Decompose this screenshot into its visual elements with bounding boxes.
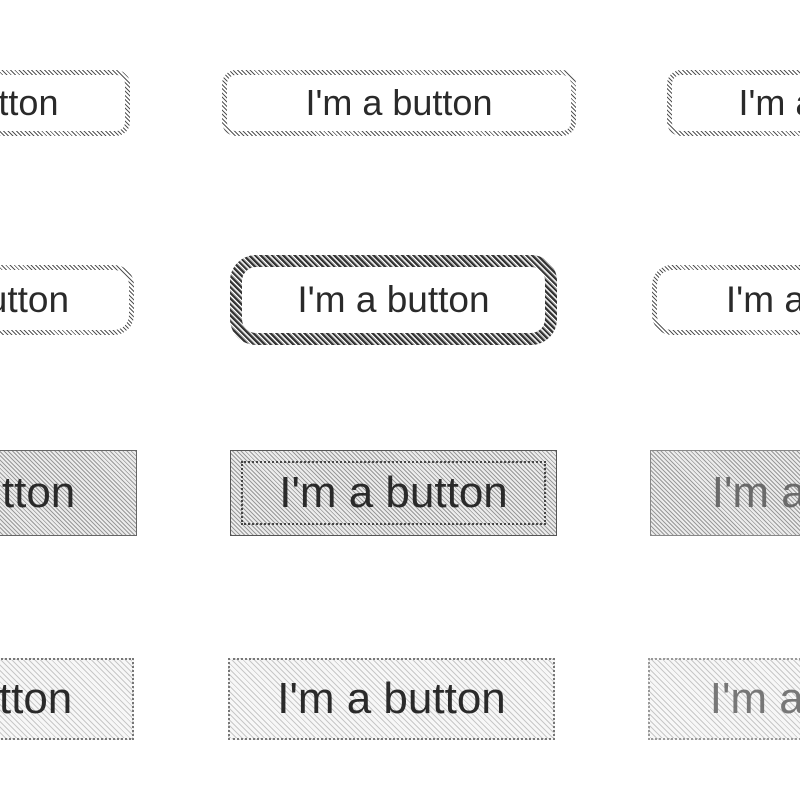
- button-label: I'm a button: [297, 279, 490, 320]
- button-label: I'm a button: [711, 468, 800, 517]
- button-row4-center-disabled: I'm a button: [228, 658, 555, 740]
- button-row1-left[interactable]: I'm a button: [0, 70, 130, 136]
- button-row3-center-pressed[interactable]: I'm a button: [230, 450, 557, 536]
- button-row2-center-focused[interactable]: I'm a button: [230, 255, 557, 345]
- button-row4-left: I'm a button: [0, 658, 134, 740]
- button-row3-right[interactable]: I'm a button: [650, 450, 800, 536]
- button-row2-right[interactable]: I'm a button: [652, 265, 800, 335]
- button-label: I'm a button: [0, 674, 73, 723]
- button-label: I'm a button: [305, 82, 493, 123]
- button-states-canvas: I'm a button I'm a button I'm a button I…: [0, 0, 800, 800]
- button-label: I'm a button: [0, 279, 70, 320]
- button-label: I'm a button: [725, 279, 800, 320]
- button-row2-left[interactable]: I'm a button: [0, 265, 134, 335]
- button-label: I'm a button: [277, 674, 506, 723]
- button-label: I'm a button: [279, 468, 508, 517]
- button-row3-left[interactable]: I'm a button: [0, 450, 137, 536]
- button-label: I'm a button: [0, 82, 59, 123]
- button-label: I'm a button: [709, 674, 800, 723]
- button-row1-right[interactable]: I'm a button: [667, 70, 800, 136]
- button-row1-center[interactable]: I'm a button: [222, 70, 576, 136]
- button-row4-right: I'm a button: [648, 658, 800, 740]
- button-label: I'm a button: [0, 468, 76, 517]
- button-label: I'm a button: [738, 82, 800, 123]
